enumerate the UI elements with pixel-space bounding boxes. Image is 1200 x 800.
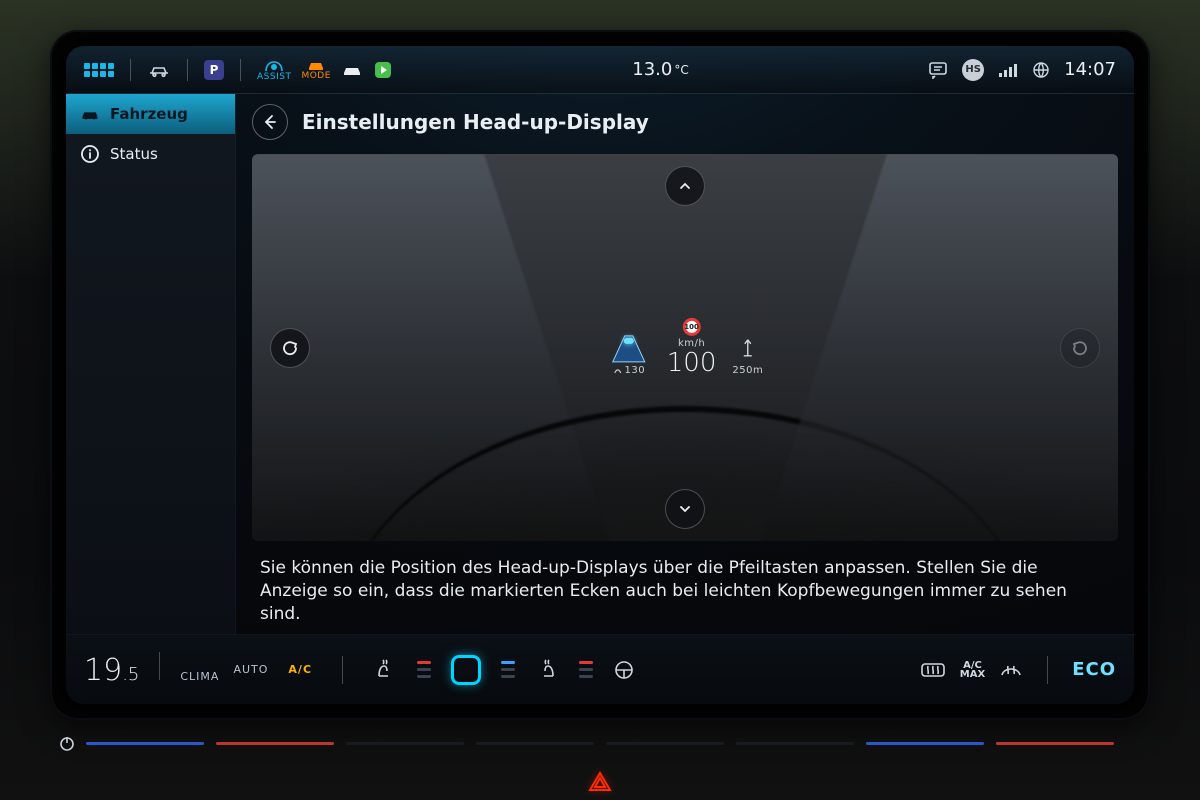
info-icon <box>80 144 100 164</box>
profile-badge[interactable]: HS <box>962 59 984 81</box>
divider <box>130 59 131 81</box>
sidebar-item-status[interactable]: Status <box>66 134 235 174</box>
hud-move-up-button[interactable] <box>665 166 705 206</box>
outside-temperature: 13.0°C <box>399 59 922 80</box>
sidebar-item-label: Status <box>110 145 158 163</box>
screen-bezel: P ASSIST MODE <box>50 30 1150 720</box>
ac-max-button[interactable]: A/CMAX <box>960 661 985 679</box>
clima-label[interactable]: CLIMA <box>180 670 219 683</box>
top-bar: P ASSIST MODE <box>66 46 1134 94</box>
hud-speed-block: 100 km/h 100 <box>667 317 717 375</box>
hud-lane-distance: 130 <box>612 364 645 375</box>
vehicle-icon[interactable] <box>147 62 171 78</box>
sidebar-item-label: Fahrzeug <box>110 105 188 123</box>
distance-marker-icon <box>740 337 756 363</box>
main-panel: Einstellungen Head-up-Display <box>236 94 1134 634</box>
hud-distance-block: 250m <box>732 337 763 375</box>
hud-preview-scene: 130 100 km/h 100 <box>252 154 1118 541</box>
hud-sample-display: 130 100 km/h 100 <box>607 317 763 375</box>
hud-speed-value: 100 <box>667 349 717 375</box>
divider <box>240 59 241 81</box>
car-icon <box>80 104 100 124</box>
assist-shortcut[interactable]: ASSIST <box>257 57 291 82</box>
divider <box>187 59 188 81</box>
speed-limit-sign-icon: 100 <box>683 317 701 335</box>
mode-label: MODE <box>301 72 330 81</box>
divider <box>342 656 343 684</box>
auto-button[interactable]: AUTO <box>233 663 268 676</box>
hud-help-text: Sie können die Position des Head-up-Disp… <box>236 549 1134 634</box>
page-header: Einstellungen Head-up-Display <box>236 94 1134 150</box>
front-defrost-icon[interactable] <box>999 661 1023 679</box>
connectivity-icon[interactable] <box>1032 61 1050 79</box>
eco-button[interactable]: ECO <box>1072 659 1116 680</box>
climate-bar: 19.5 CLIMA AUTO A/C <box>66 634 1134 704</box>
assist-label: ASSIST <box>257 73 291 82</box>
drive-mode-shortcut[interactable]: MODE <box>301 58 330 81</box>
sidebar-item-fahrzeug[interactable]: Fahrzeug <box>66 94 235 134</box>
hud-lane-assist: 130 <box>607 331 651 375</box>
climate-left: 19.5 CLIMA <box>84 652 219 688</box>
rear-defrost-icon[interactable] <box>920 661 946 679</box>
ac-button[interactable]: A/C <box>288 663 312 676</box>
top-bar-right: HS 14:07 <box>928 59 1116 81</box>
seat-heater-right-icon[interactable] <box>535 658 559 682</box>
hud-preview: 130 100 km/h 100 <box>252 154 1118 541</box>
parking-chip[interactable]: P <box>204 60 224 80</box>
hazard-button-icon[interactable] <box>587 770 613 796</box>
steering-heater-level[interactable] <box>579 661 593 678</box>
hud-ego-car-icon <box>624 337 634 343</box>
signal-icon[interactable] <box>998 62 1018 78</box>
divider <box>1047 656 1048 684</box>
climate-right: A/CMAX ECO <box>920 656 1116 684</box>
page-title: Einstellungen Head-up-Display <box>302 110 649 134</box>
content-area: Fahrzeug Status Einstellungen H <box>66 94 1134 634</box>
settings-sidebar: Fahrzeug Status <box>66 94 236 634</box>
top-bar-left: P ASSIST MODE <box>84 57 393 82</box>
divider <box>159 652 160 680</box>
temperature-unit: °C <box>674 63 688 77</box>
hud-move-down-button[interactable] <box>665 489 705 529</box>
media-app-icon[interactable] <box>373 60 393 80</box>
photo-stage: P ASSIST MODE <box>0 0 1200 800</box>
hud-distance-value: 250m <box>732 364 763 375</box>
driver-temperature[interactable]: 19.5 <box>84 653 139 688</box>
app-launcher-icon[interactable] <box>84 63 114 77</box>
hud-rotate-right-button[interactable] <box>1060 328 1100 368</box>
seat-heater-left-icon[interactable] <box>373 658 397 682</box>
messages-icon[interactable] <box>928 61 948 79</box>
seat-heater-right-level[interactable] <box>501 661 515 678</box>
seat-heater-left-level[interactable] <box>417 661 431 678</box>
climate-center: AUTO A/C <box>233 655 635 685</box>
hud-rotate-left-button[interactable] <box>270 328 310 368</box>
infotainment-screen: P ASSIST MODE <box>66 46 1134 704</box>
back-button[interactable] <box>252 104 288 140</box>
temperature-value: 13.0 <box>632 59 672 80</box>
steering-heater-icon[interactable] <box>613 659 635 681</box>
climate-off-button[interactable] <box>451 655 481 685</box>
touch-slider-strip[interactable] <box>80 736 1120 750</box>
car-white-icon[interactable] <box>341 63 363 77</box>
power-button-icon[interactable] <box>58 734 76 756</box>
clock: 14:07 <box>1064 59 1116 80</box>
